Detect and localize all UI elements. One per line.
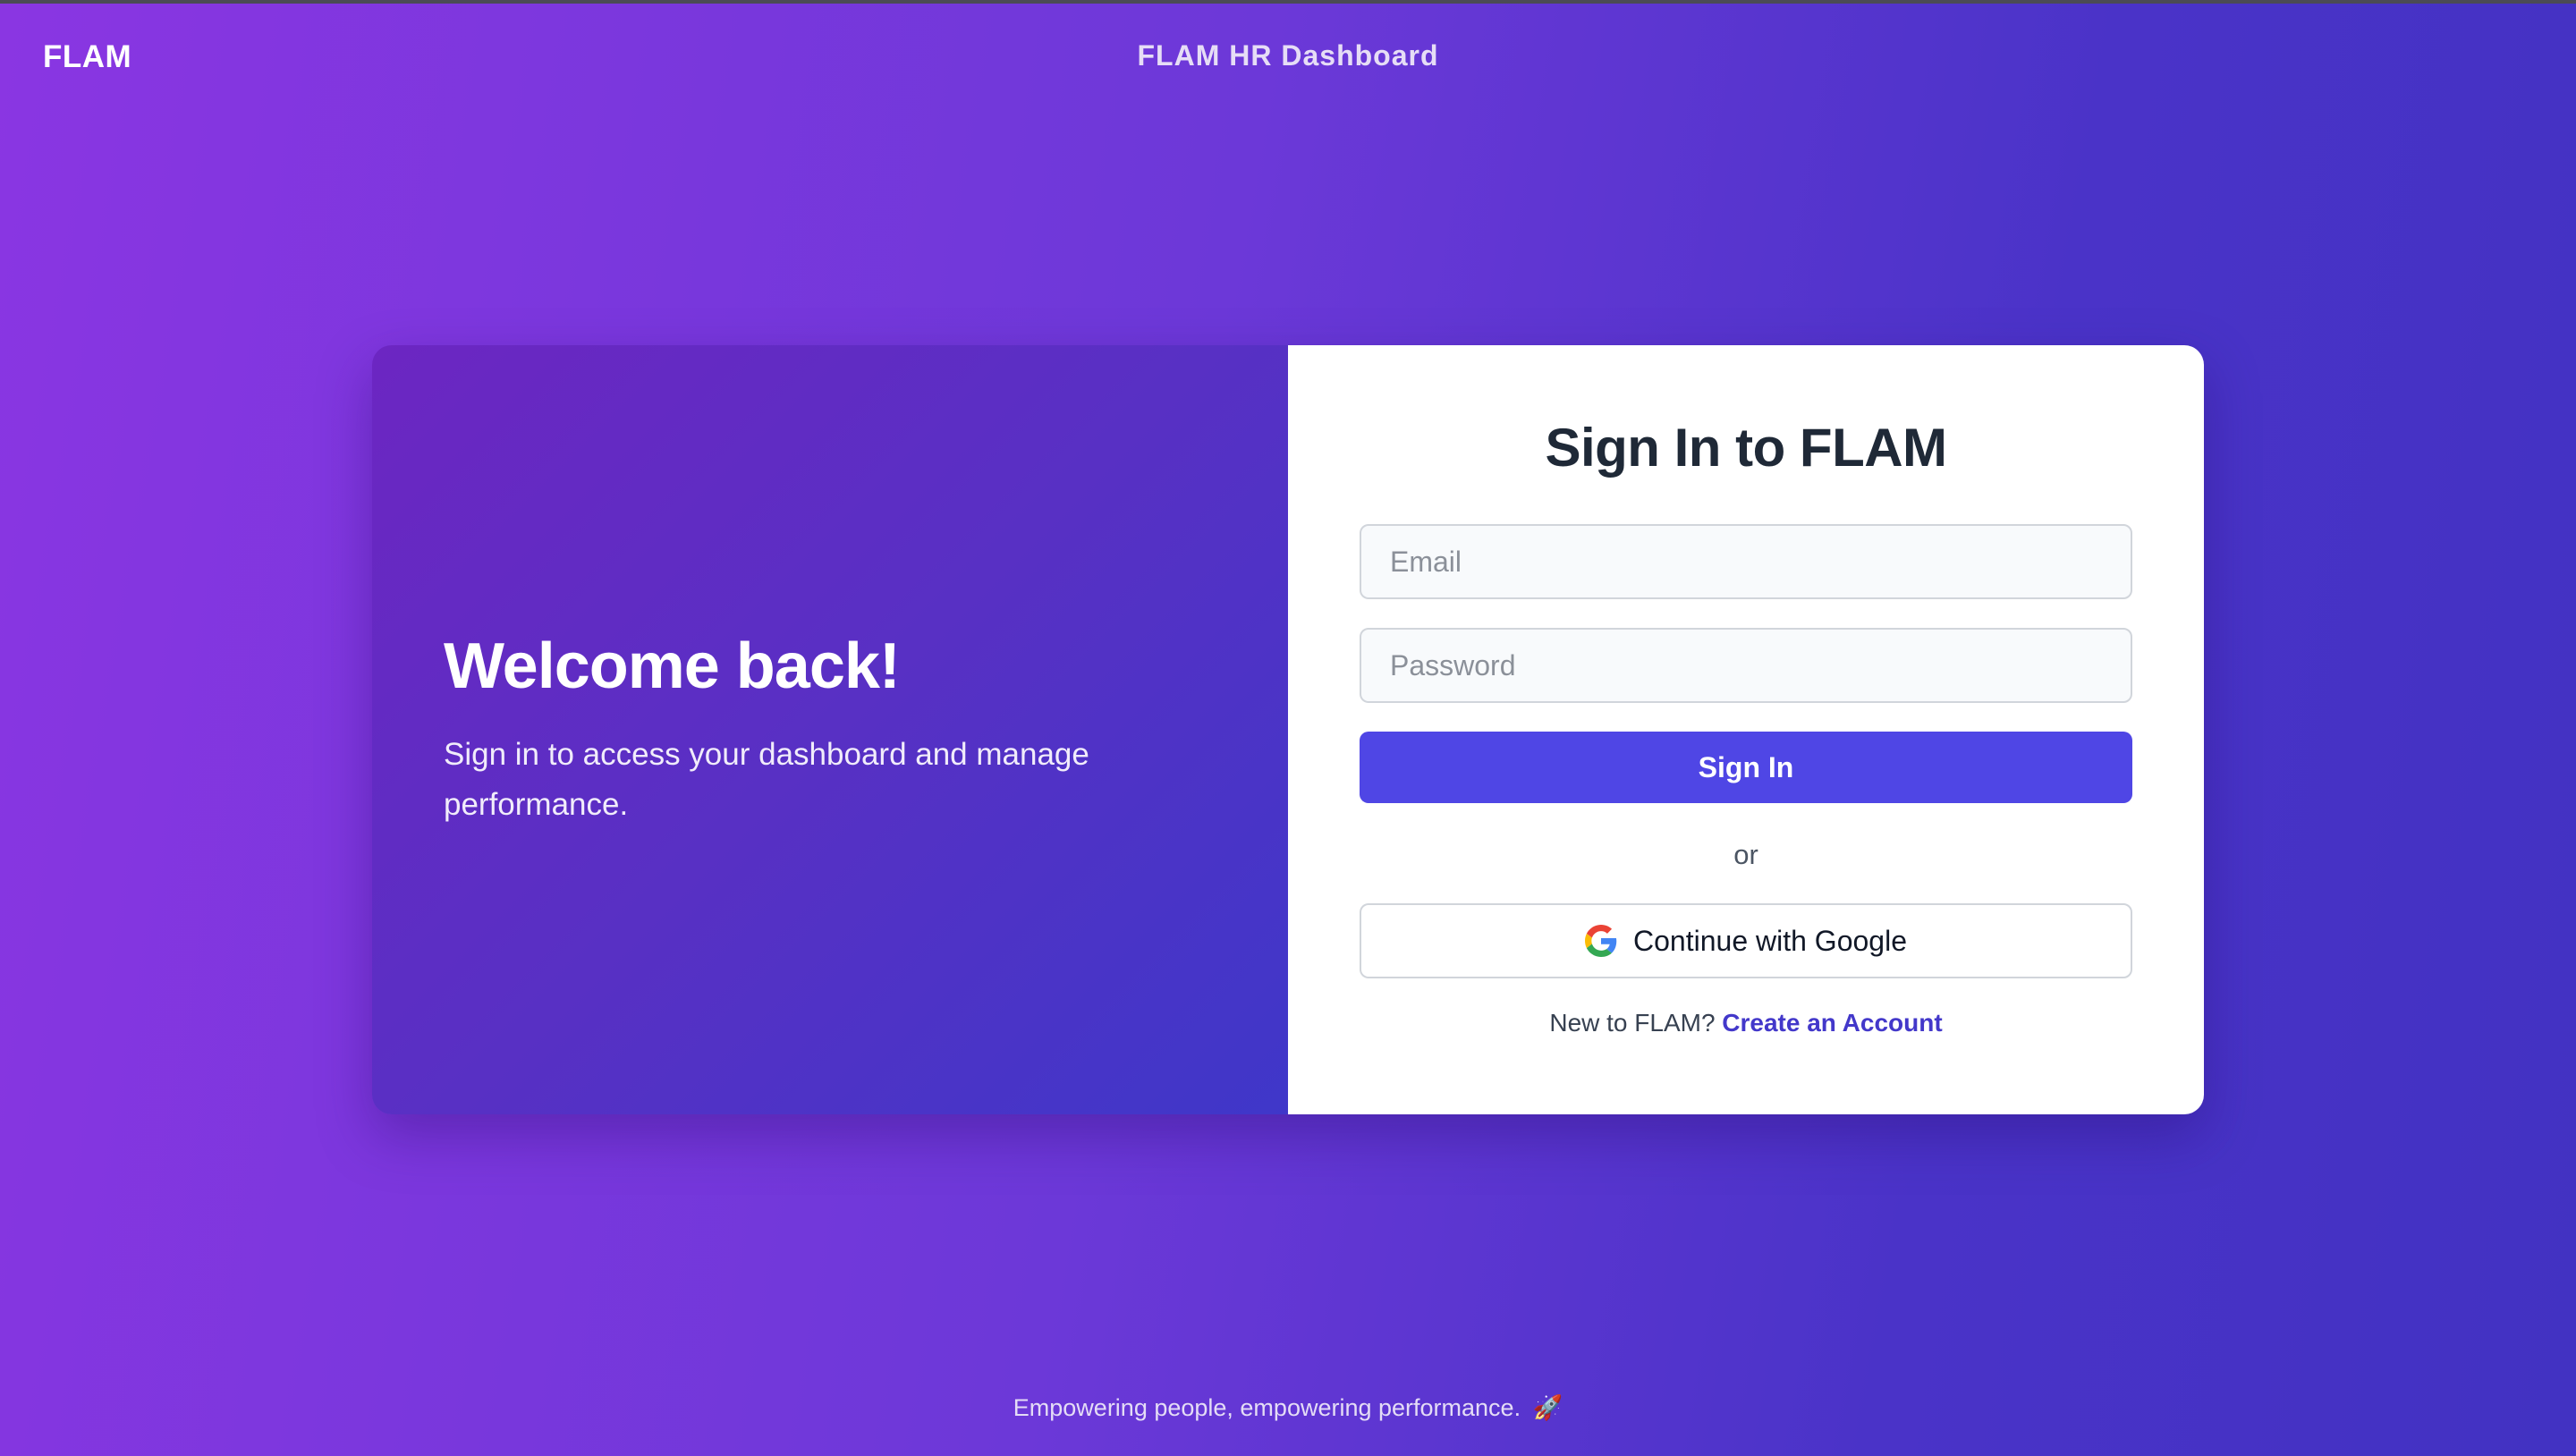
signup-prompt: New to FLAM? xyxy=(1549,1009,1716,1037)
or-divider: or xyxy=(1733,839,1758,870)
google-g-icon xyxy=(1585,925,1617,957)
signup-row: New to FLAM? Create an Account xyxy=(1288,1009,2204,1037)
app-title: FLAM HR Dashboard xyxy=(1137,39,1439,72)
welcome-panel: Welcome back! Sign in to access your das… xyxy=(372,345,1288,1114)
login-card: Welcome back! Sign in to access your das… xyxy=(372,345,2204,1114)
signin-heading: Sign In to FLAM xyxy=(1545,418,1947,478)
google-button-label: Continue with Google xyxy=(1633,924,1907,957)
footer-text: Empowering people, empowering performanc… xyxy=(1013,1394,1521,1421)
welcome-heading: Welcome back! xyxy=(444,631,901,702)
rocket-icon: 🚀 xyxy=(1532,1394,1563,1421)
create-account-link[interactable]: Create an Account xyxy=(1722,1009,1942,1037)
password-field[interactable] xyxy=(1360,628,2132,703)
google-signin-button[interactable]: Continue with Google xyxy=(1360,903,2132,978)
email-field[interactable] xyxy=(1360,524,2132,599)
footer-tagline: Empowering people, empowering performanc… xyxy=(0,1393,2576,1422)
signin-panel: Sign In to FLAM Sign In or Continue with… xyxy=(1288,345,2204,1114)
welcome-description: Sign in to access your dashboard and man… xyxy=(444,737,1089,822)
signin-button[interactable]: Sign In xyxy=(1360,732,2132,803)
window-top-border xyxy=(0,0,2576,4)
